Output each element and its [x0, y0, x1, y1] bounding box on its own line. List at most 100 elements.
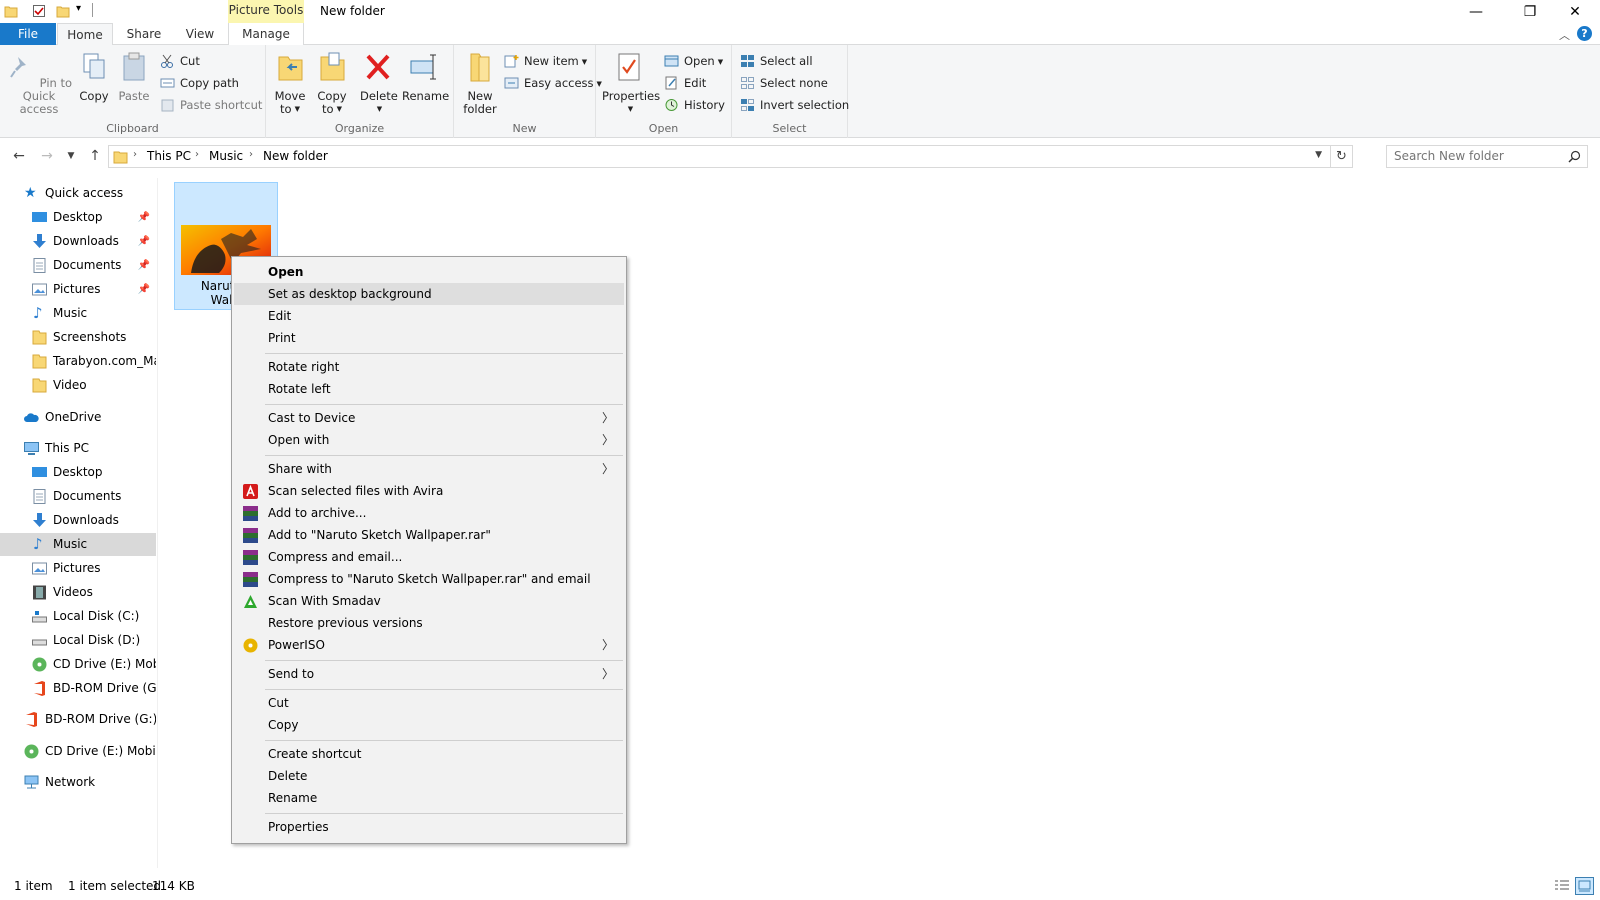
- restore-button[interactable]: ❐: [1507, 0, 1553, 23]
- menu-copy[interactable]: Copy: [234, 714, 624, 736]
- nav-qa-video[interactable]: Video: [0, 374, 156, 397]
- nav-qa-desktop[interactable]: Desktop 📌: [0, 206, 156, 229]
- select-none-button[interactable]: Select none: [740, 73, 828, 93]
- new-folder-quick-icon[interactable]: [56, 4, 70, 18]
- copy-path-button[interactable]: Copy path: [160, 73, 239, 93]
- nav-quick-access[interactable]: ★ Quick access: [0, 182, 156, 205]
- copy-button[interactable]: Copy: [76, 51, 112, 103]
- search-box[interactable]: [1386, 145, 1588, 168]
- menu-add-to-rar[interactable]: Add to "Naruto Sketch Wallpaper.rar": [234, 524, 624, 546]
- nav-cd-drive-root[interactable]: CD Drive (E:) Mobile I: [0, 740, 156, 763]
- back-arrow-icon[interactable]: ←: [10, 147, 28, 165]
- menu-open-with[interactable]: Open with 〉: [234, 429, 624, 451]
- menu-restore-previous-versions[interactable]: Restore previous versions: [234, 612, 624, 634]
- breadcrumb-new-folder[interactable]: New folder: [263, 149, 328, 163]
- nav-pc-downloads[interactable]: Downloads: [0, 509, 156, 532]
- invert-selection-button[interactable]: Invert selection: [740, 95, 849, 115]
- nav-cd-drive-e[interactable]: CD Drive (E:) Mobile: [0, 653, 156, 676]
- refresh-icon[interactable]: ↻: [1330, 146, 1352, 167]
- nav-pc-documents[interactable]: Documents: [0, 485, 156, 508]
- paste-button[interactable]: Paste: [116, 51, 152, 103]
- menu-rotate-right[interactable]: Rotate right: [234, 356, 624, 378]
- star-icon: ★: [24, 185, 37, 201]
- menu-rename[interactable]: Rename: [234, 787, 624, 809]
- cut-button[interactable]: Cut: [160, 51, 200, 71]
- tab-share[interactable]: Share: [116, 23, 172, 45]
- history-button[interactable]: History: [664, 95, 725, 115]
- tab-manage[interactable]: Manage: [228, 23, 304, 45]
- tab-home[interactable]: Home: [57, 23, 113, 46]
- menu-scan-smadav[interactable]: Scan With Smadav: [234, 590, 624, 612]
- search-input[interactable]: [1394, 149, 1564, 163]
- tab-file[interactable]: File: [0, 23, 56, 45]
- nav-network[interactable]: Network: [0, 771, 156, 794]
- menu-compress-rar-email-label: Compress to "Naruto Sketch Wallpaper.rar…: [268, 572, 591, 586]
- tab-view[interactable]: View: [172, 23, 228, 45]
- copy-to-button[interactable]: Copy to ▼: [314, 51, 350, 116]
- nav-local-disk-d[interactable]: Local Disk (D:): [0, 629, 156, 652]
- nav-bd-rom-root-label: BD-ROM Drive (G:) 16: [45, 712, 156, 726]
- nav-qa-pictures[interactable]: Pictures 📌: [0, 278, 156, 301]
- menu-edit[interactable]: Edit: [234, 305, 624, 327]
- nav-qa-tarabyon[interactable]: Tarabyon.com_Mah: [0, 350, 156, 373]
- menu-compress-and-email[interactable]: Compress and email...: [234, 546, 624, 568]
- nav-qa-screenshots[interactable]: Screenshots: [0, 326, 156, 349]
- nav-bd-rom-root[interactable]: BD-ROM Drive (G:) 16: [0, 708, 156, 731]
- menu-cast-to-device[interactable]: Cast to Device 〉: [234, 407, 624, 429]
- easy-access-button[interactable]: Easy access ▼: [504, 73, 602, 93]
- menu-properties[interactable]: Properties: [234, 816, 624, 838]
- menu-rotate-left[interactable]: Rotate left: [234, 378, 624, 400]
- new-item-button[interactable]: New item ▼: [504, 51, 587, 71]
- up-arrow-icon[interactable]: ↑: [86, 147, 104, 165]
- invert-selection-icon: [741, 99, 754, 111]
- properties-check-icon[interactable]: [32, 4, 46, 18]
- details-view-icon[interactable]: [1554, 878, 1570, 894]
- menu-share-with[interactable]: Share with 〉: [234, 458, 624, 480]
- menu-send-to[interactable]: Send to 〉: [234, 663, 624, 685]
- forward-arrow-icon[interactable]: →: [38, 147, 56, 165]
- nav-qa-music[interactable]: ♪ Music: [0, 302, 156, 325]
- nav-this-pc[interactable]: This PC: [0, 437, 156, 460]
- search-icon[interactable]: [1568, 150, 1581, 163]
- select-all-button[interactable]: Select all: [740, 51, 813, 71]
- collapse-ribbon-icon[interactable]: ︿: [1559, 27, 1570, 43]
- menu-scan-avira[interactable]: Scan selected files with Avira: [234, 480, 624, 502]
- properties-button[interactable]: Properties ▼: [602, 51, 660, 116]
- nav-onedrive[interactable]: OneDrive: [0, 406, 156, 429]
- large-icons-view-button[interactable]: [1575, 877, 1594, 895]
- menu-cut[interactable]: Cut: [234, 692, 624, 714]
- menu-delete[interactable]: Delete: [234, 765, 624, 787]
- breadcrumb-this-pc[interactable]: This PC: [147, 149, 191, 163]
- address-dropdown-icon[interactable]: ▼: [1315, 150, 1322, 160]
- nav-qa-downloads[interactable]: Downloads 📌: [0, 230, 156, 253]
- rename-button[interactable]: Rename: [402, 51, 449, 103]
- menu-compress-rar-email[interactable]: Compress to "Naruto Sketch Wallpaper.rar…: [234, 568, 624, 590]
- address-bar[interactable]: › This PC › Music › New folder ▼ ↻: [108, 145, 1353, 168]
- menu-set-desktop-background[interactable]: Set as desktop background: [234, 283, 624, 305]
- menu-add-to-archive[interactable]: Add to archive...: [234, 502, 624, 524]
- delete-button[interactable]: Delete ▼: [360, 51, 398, 116]
- close-button[interactable]: ✕: [1552, 0, 1598, 23]
- nav-pc-music[interactable]: ♪ Music: [0, 533, 156, 556]
- menu-create-shortcut[interactable]: Create shortcut: [234, 743, 624, 765]
- breadcrumb-music[interactable]: Music: [209, 149, 243, 163]
- nav-pc-pictures[interactable]: Pictures: [0, 557, 156, 580]
- menu-print[interactable]: Print: [234, 327, 624, 349]
- pin-quick-access-button[interactable]: Pin to Quick access: [4, 51, 74, 116]
- menu-poweriso[interactable]: PowerISO 〉: [234, 634, 624, 656]
- recent-locations-chevron-icon[interactable]: ▼: [62, 147, 80, 165]
- nav-local-disk-c[interactable]: Local Disk (C:): [0, 605, 156, 628]
- nav-pc-desktop[interactable]: Desktop: [0, 461, 156, 484]
- menu-open[interactable]: Open: [234, 261, 624, 283]
- nav-bd-rom-g[interactable]: BD-ROM Drive (G:): [0, 677, 156, 700]
- nav-qa-documents[interactable]: Documents 📌: [0, 254, 156, 277]
- paste-shortcut-button[interactable]: Paste shortcut: [160, 95, 262, 115]
- new-folder-button[interactable]: New folder: [460, 51, 500, 116]
- minimize-button[interactable]: —: [1453, 0, 1499, 23]
- customize-quick-access-icon[interactable]: ▾: [76, 3, 81, 14]
- edit-button[interactable]: Edit: [664, 73, 706, 93]
- move-to-button[interactable]: Move to ▼: [272, 51, 308, 116]
- nav-pc-videos[interactable]: Videos: [0, 581, 156, 604]
- help-icon[interactable]: ?: [1577, 26, 1592, 41]
- open-button[interactable]: Open ▼: [664, 51, 723, 71]
